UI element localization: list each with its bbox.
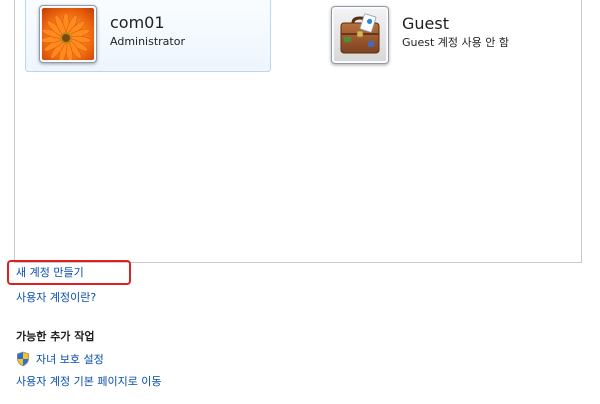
flower-avatar-icon [39,5,97,63]
briefcase-avatar-icon [331,6,389,64]
account-tile-com01[interactable]: com01 Administrator [25,0,271,72]
account-tile-guest[interactable]: Guest Guest 계정 사용 안 함 [317,0,563,72]
what-is-account-link[interactable]: 사용자 계정이란? [16,290,96,305]
account-role: Administrator [110,35,185,48]
account-role: Guest 계정 사용 안 함 [402,36,510,49]
parental-controls-link[interactable]: 자녀 보호 설정 [16,351,104,367]
account-list-panel: com01 Administrator Guest Guest 계정 사용 안 … [14,0,582,263]
manage-accounts-page: com01 Administrator Guest Guest 계정 사용 안 … [0,0,600,404]
uac-shield-icon [16,351,30,367]
main-page-link[interactable]: 사용자 계정 기본 페이지로 이동 [16,374,162,389]
parental-controls-label: 자녀 보호 설정 [36,352,104,366]
create-account-link[interactable]: 새 계정 만들기 [16,265,84,280]
account-name: com01 [110,13,165,32]
additional-tasks-heading: 가능한 추가 작업 [16,330,95,343]
account-name: Guest [402,14,449,33]
